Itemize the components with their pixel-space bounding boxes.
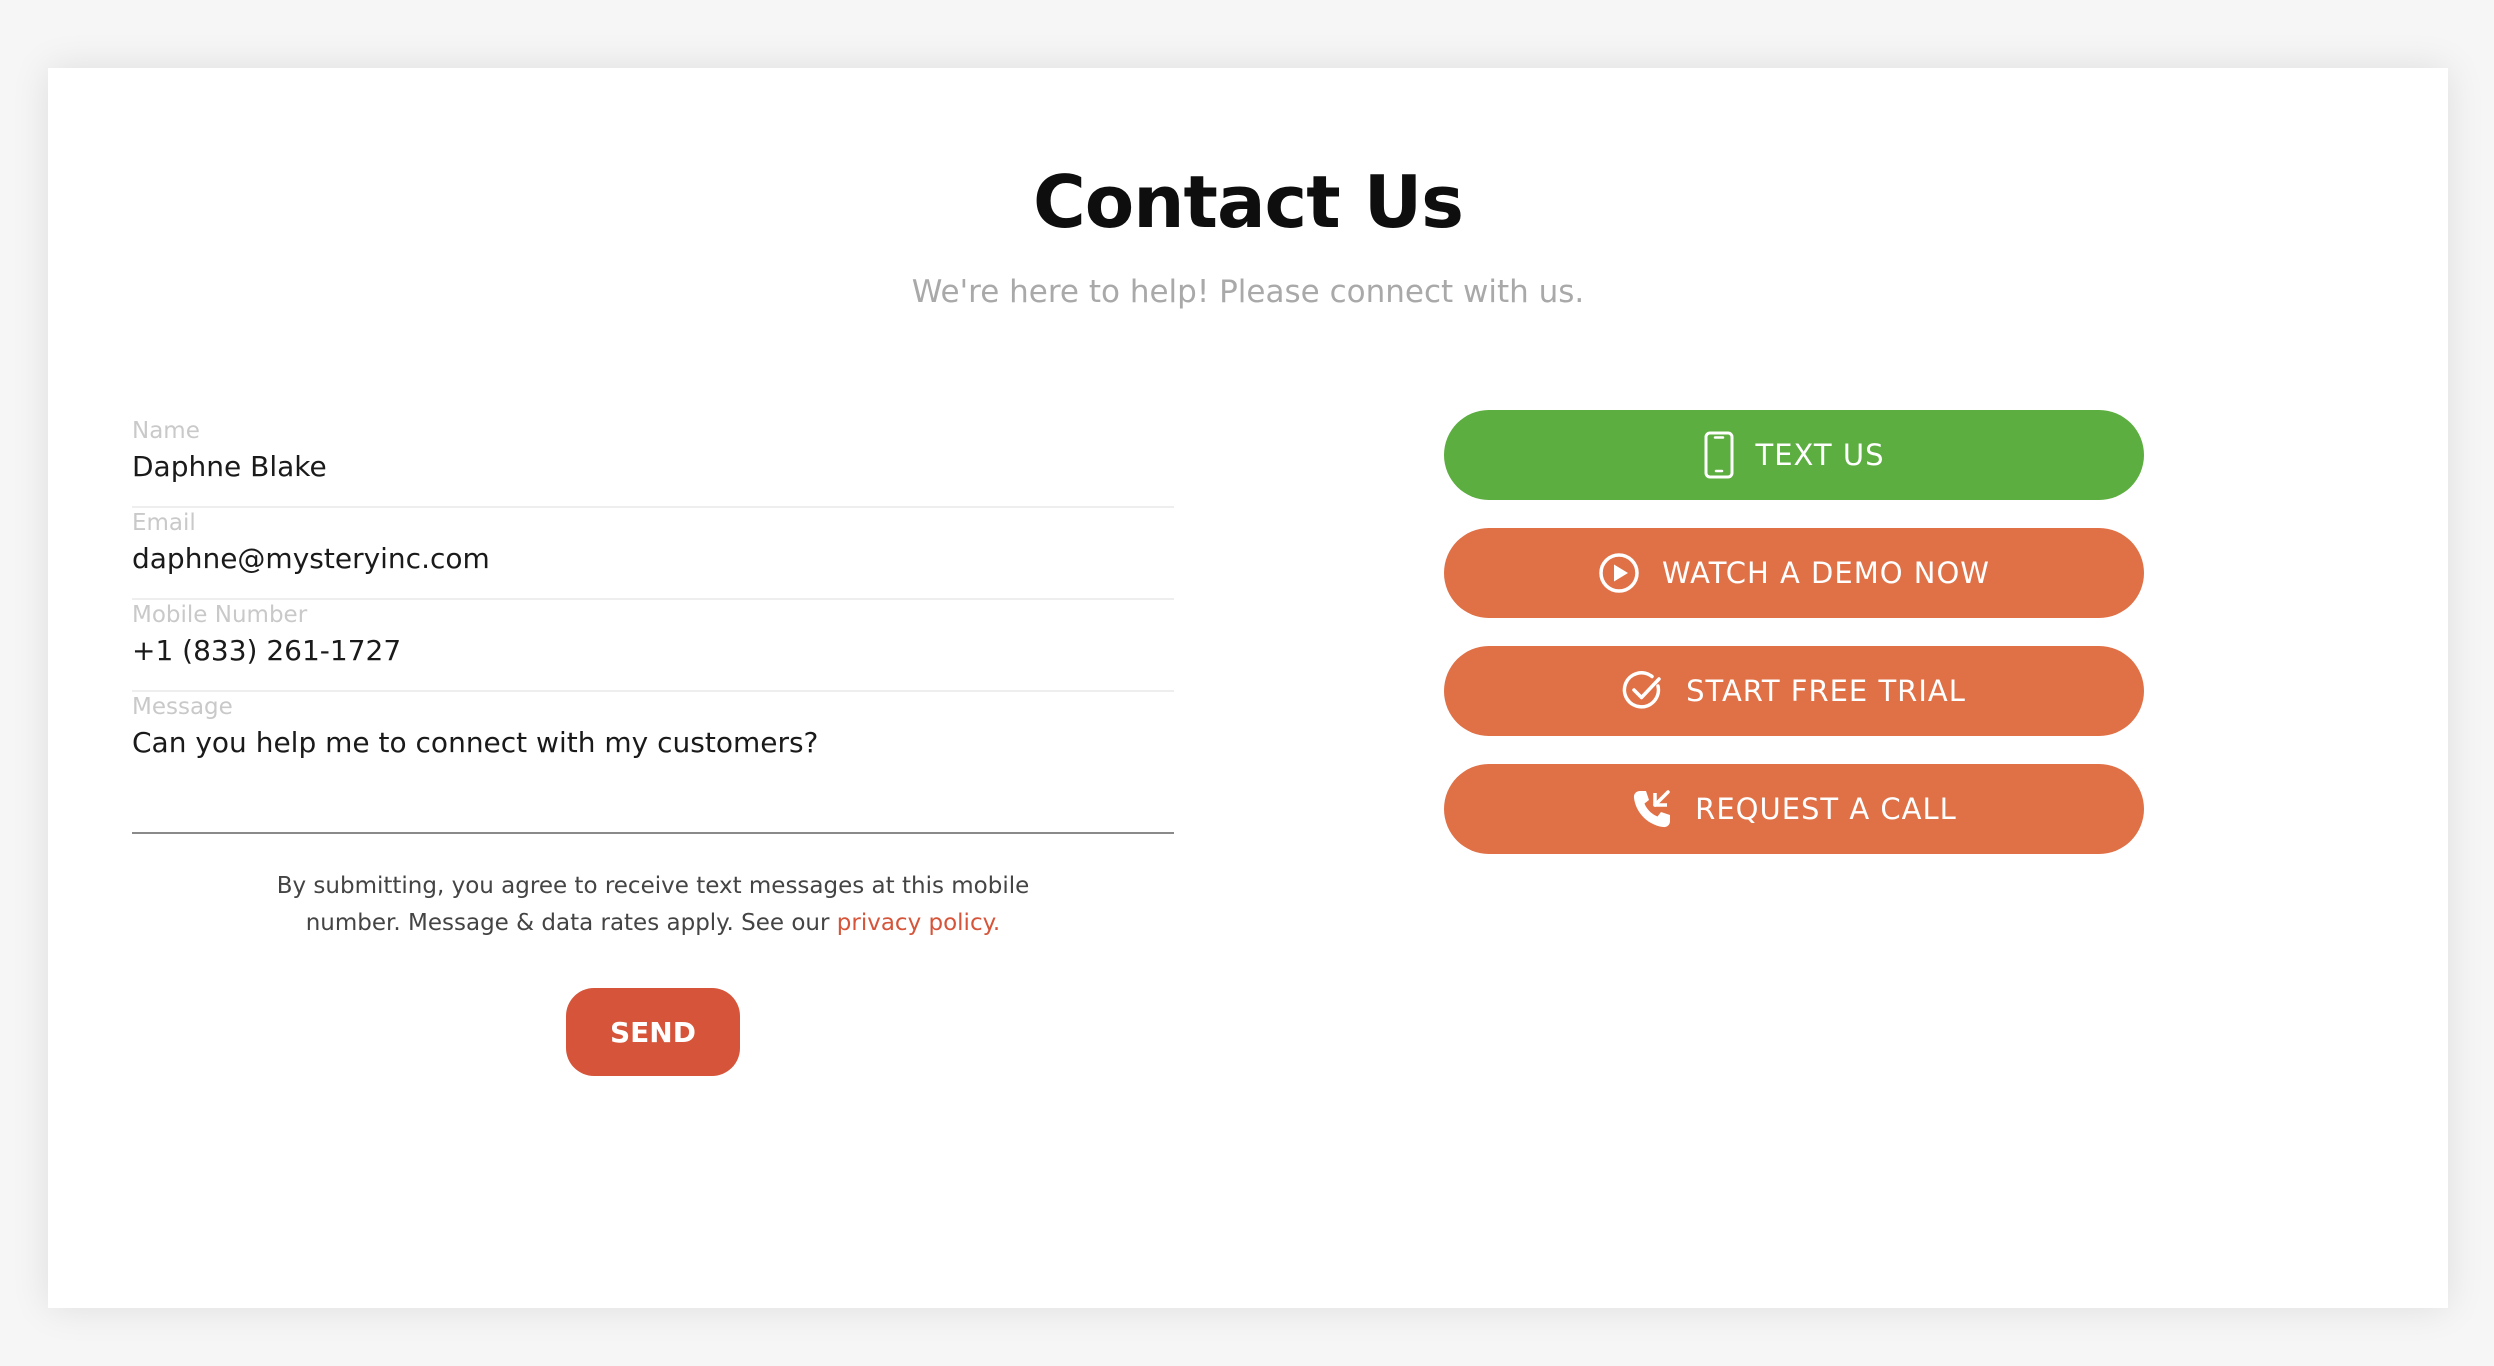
name-field[interactable]: Name Daphne Blake bbox=[132, 418, 1174, 508]
start-free-trial-label: START FREE TRIAL bbox=[1686, 674, 1966, 708]
mobile-label: Mobile Number bbox=[132, 602, 308, 628]
watch-demo-button[interactable]: WATCH A DEMO NOW bbox=[1444, 528, 2144, 618]
check-circle-icon bbox=[1622, 670, 1664, 712]
watch-demo-label: WATCH A DEMO NOW bbox=[1662, 556, 1990, 590]
message-textarea[interactable]: Can you help me to connect with my custo… bbox=[132, 726, 1174, 759]
privacy-policy-link[interactable]: privacy policy. bbox=[837, 910, 1000, 936]
text-us-button[interactable]: TEXT US bbox=[1444, 410, 2144, 500]
name-input[interactable]: Daphne Blake bbox=[132, 450, 1174, 483]
play-circle-icon bbox=[1598, 552, 1640, 594]
mobile-field[interactable]: Mobile Number +1 (833) 261-1727 bbox=[132, 602, 1174, 692]
request-call-button[interactable]: REQUEST A CALL bbox=[1444, 764, 2144, 854]
name-label: Name bbox=[132, 418, 200, 444]
mobile-phone-icon bbox=[1704, 431, 1734, 479]
text-us-label: TEXT US bbox=[1755, 438, 1885, 472]
phone-call-icon bbox=[1631, 788, 1673, 830]
contact-card: Contact Us We're here to help! Please co… bbox=[48, 68, 2448, 1308]
message-label: Message bbox=[132, 694, 233, 720]
message-field[interactable]: Message Can you help me to connect with … bbox=[132, 694, 1174, 834]
consent-text: By submitting, you agree to receive text… bbox=[132, 868, 1174, 942]
mobile-input[interactable]: +1 (833) 261-1727 bbox=[132, 634, 1174, 667]
email-field[interactable]: Email daphne@mysteryinc.com bbox=[132, 510, 1174, 600]
consent-line-2-text: number. Message & data rates apply. See … bbox=[305, 910, 837, 936]
email-input[interactable]: daphne@mysteryinc.com bbox=[132, 542, 1174, 575]
consent-line-2: number. Message & data rates apply. See … bbox=[132, 905, 1174, 942]
consent-line-1: By submitting, you agree to receive text… bbox=[276, 873, 1030, 899]
request-call-label: REQUEST A CALL bbox=[1695, 792, 1957, 826]
email-label: Email bbox=[132, 510, 196, 536]
page-title: Contact Us bbox=[1032, 160, 1464, 244]
send-button[interactable]: SEND bbox=[566, 988, 740, 1076]
page-subtitle: We're here to help! Please connect with … bbox=[911, 274, 1585, 310]
start-free-trial-button[interactable]: START FREE TRIAL bbox=[1444, 646, 2144, 736]
